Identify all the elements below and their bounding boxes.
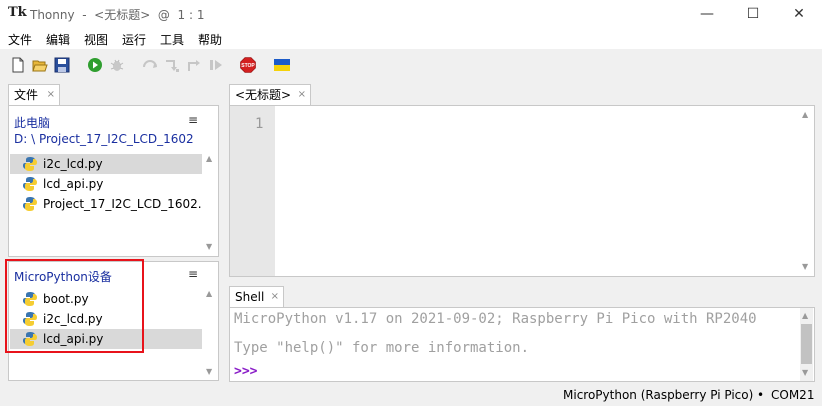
menu-tools[interactable]: 工具 [160, 31, 184, 48]
shell-banner-line: MicroPython v1.17 on 2021-09-02; Raspber… [234, 311, 757, 327]
file-name: lcd_api.py [43, 177, 104, 191]
ukraine-flag-icon[interactable] [274, 57, 290, 73]
close-button[interactable]: ✕ [776, 0, 822, 28]
line-number: 1 [255, 116, 264, 132]
window-title: Thonny - <无标题> @ 1 : 1 [30, 8, 205, 22]
scroll-down-icon[interactable]: ▼ [206, 242, 212, 251]
step-into-icon [166, 60, 179, 72]
close-icon[interactable]: × [271, 287, 279, 307]
file-name: i2c_lcd.py [43, 157, 103, 171]
interpreter-label[interactable]: MicroPython (Raspberry Pi Pico) [563, 388, 753, 402]
scroll-thumb[interactable] [801, 324, 812, 364]
list-item[interactable]: Project_17_I2C_LCD_1602.py [10, 194, 202, 214]
close-icon[interactable]: × [298, 85, 306, 105]
python-file-icon [23, 157, 37, 171]
title-bar: Tk Thonny - <无标题> @ 1 : 1 — ☐ ✕ [0, 0, 822, 28]
scroll-up-icon[interactable]: ▲ [802, 110, 808, 119]
menu-icon[interactable]: ≡ [188, 113, 198, 127]
menu-icon[interactable]: ≡ [188, 267, 198, 281]
computer-path[interactable]: D: \ Project_17_I2C_LCD_1602 [14, 132, 194, 146]
step-over-icon [143, 60, 157, 68]
tab-untitled-label: <无标题> [235, 88, 292, 102]
new-file-icon[interactable] [10, 57, 26, 73]
shell-help-line: Type "help()" for more information. [234, 340, 530, 356]
tab-files-label: 文件 [14, 88, 39, 102]
scroll-up-icon[interactable]: ▲ [206, 289, 212, 298]
scroll-down-icon[interactable]: ▼ [206, 367, 212, 376]
shell-panel[interactable]: MicroPython v1.17 on 2021-09-02; Raspber… [229, 307, 815, 382]
status-separator: • [757, 388, 765, 402]
save-icon[interactable] [54, 57, 70, 73]
tab-files[interactable]: 文件 × [8, 84, 60, 105]
list-item[interactable]: i2c_lcd.py [10, 154, 202, 174]
toolbar: STOP [0, 49, 822, 81]
svg-text:STOP: STOP [241, 63, 255, 69]
tab-shell-label: Shell [235, 290, 265, 304]
menu-help[interactable]: 帮助 [198, 31, 222, 48]
scroll-down-icon[interactable]: ▼ [802, 368, 808, 377]
scrollbar[interactable]: ▲ ▼ [800, 308, 813, 381]
scroll-up-icon[interactable]: ▲ [802, 311, 808, 320]
menu-file[interactable]: 文件 [8, 31, 32, 48]
menu-edit[interactable]: 编辑 [46, 31, 70, 48]
thonny-logo-icon: Tk [8, 5, 27, 20]
tab-untitled[interactable]: <无标题> × [229, 84, 311, 105]
maximize-button[interactable]: ☐ [730, 0, 776, 28]
editor-panel: 1 ▲ ▼ [229, 105, 815, 277]
debug-icon [110, 59, 124, 71]
file-name: Project_17_I2C_LCD_1602.py [43, 197, 202, 211]
scrollbar[interactable]: ▲ ▼ [800, 106, 813, 276]
highlight-box [5, 259, 144, 353]
stop-icon[interactable]: STOP [240, 57, 256, 73]
computer-files-panel: 此电脑 D: \ Project_17_I2C_LCD_1602 ≡ i2c_l… [8, 105, 219, 257]
python-file-icon [23, 177, 37, 191]
line-number-gutter: 1 [230, 106, 275, 276]
computer-heading: 此电脑 [14, 116, 51, 130]
status-bar: MicroPython (Raspberry Pi Pico) • COM21 [0, 384, 822, 406]
resume-icon [210, 60, 222, 70]
minimize-button[interactable]: — [684, 0, 730, 28]
scroll-up-icon[interactable]: ▲ [206, 154, 212, 163]
python-file-icon [23, 197, 37, 211]
open-file-icon[interactable] [32, 57, 48, 73]
shell-prompt: >>> [234, 364, 258, 379]
scrollbar[interactable]: ▲ ▼ [204, 154, 217, 256]
code-editor[interactable] [276, 106, 798, 276]
port-label[interactable]: COM21 [771, 388, 814, 402]
close-icon[interactable]: × [47, 85, 55, 105]
list-item[interactable]: lcd_api.py [10, 174, 202, 194]
tab-shell[interactable]: Shell × [229, 286, 284, 307]
scrollbar[interactable]: ▲ ▼ [204, 289, 217, 381]
menu-bar: 文件 编辑 视图 运行 工具 帮助 [0, 28, 822, 49]
menu-run[interactable]: 运行 [122, 31, 146, 48]
scroll-down-icon[interactable]: ▼ [802, 262, 808, 271]
step-out-icon [188, 60, 200, 71]
run-icon[interactable] [87, 57, 103, 73]
menu-view[interactable]: 视图 [84, 31, 108, 48]
